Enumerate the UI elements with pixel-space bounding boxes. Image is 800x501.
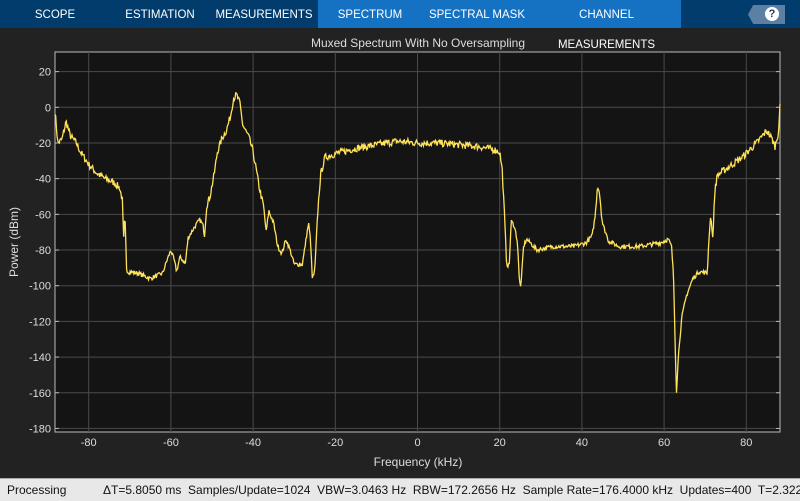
- x-tick-label: 80: [740, 437, 752, 449]
- y-tick-label: -80: [35, 245, 51, 257]
- y-tick-label: -180: [29, 423, 51, 435]
- tab-measurements[interactable]: MEASUREMENTS: [210, 0, 318, 28]
- y-tick-label: -40: [35, 174, 51, 186]
- help-button[interactable]: ?: [748, 5, 785, 24]
- y-tick-label: -100: [29, 281, 51, 293]
- tab-estimation[interactable]: ESTIMATION: [110, 0, 210, 28]
- x-tick-label: 20: [494, 437, 506, 449]
- x-tick-label: -80: [81, 437, 97, 449]
- x-axis-label: Frequency (kHz): [374, 455, 463, 469]
- tab-channel-measurements[interactable]: CHANNEL MEASUREMENTS: [532, 0, 681, 51]
- x-tick-label: -60: [163, 437, 179, 449]
- x-tick-label: 40: [576, 437, 588, 449]
- help-icon: ?: [765, 7, 779, 21]
- status-state: Processing: [7, 483, 67, 497]
- tab-spectral-mask[interactable]: SPECTRAL MASK: [422, 0, 532, 28]
- y-tick-label: -20: [35, 138, 51, 150]
- spectrum-plot: Muxed Spectrum With No Oversampling -80 -…: [7, 36, 781, 469]
- y-tick-label: -120: [29, 316, 51, 328]
- toolstrip-tabs: SCOPE ESTIMATION MEASUREMENTS SPECTRUM S…: [0, 0, 800, 51]
- y-tick-label: -60: [35, 209, 51, 221]
- x-tick-label: 0: [414, 437, 420, 449]
- y-tick-label: 20: [39, 67, 51, 79]
- y-tick-label: 0: [45, 102, 51, 114]
- tab-scope[interactable]: SCOPE: [0, 0, 110, 28]
- y-tick-label: -160: [29, 388, 51, 400]
- x-tick-label: -40: [245, 437, 261, 449]
- x-tick-label: -20: [327, 437, 343, 449]
- x-tick-label: 60: [658, 437, 670, 449]
- y-axis-label: Power (dBm): [7, 207, 21, 277]
- status-info: ΔT=5.8050 ms Samples/Update=1024 VBW=3.0…: [103, 483, 800, 497]
- y-tick-label: -140: [29, 352, 51, 364]
- tab-spectrum[interactable]: SPECTRUM: [318, 0, 422, 28]
- status-bar: Processing ΔT=5.8050 ms Samples/Update=1…: [0, 478, 800, 501]
- chart-title: Muxed Spectrum With No Oversampling: [311, 36, 525, 50]
